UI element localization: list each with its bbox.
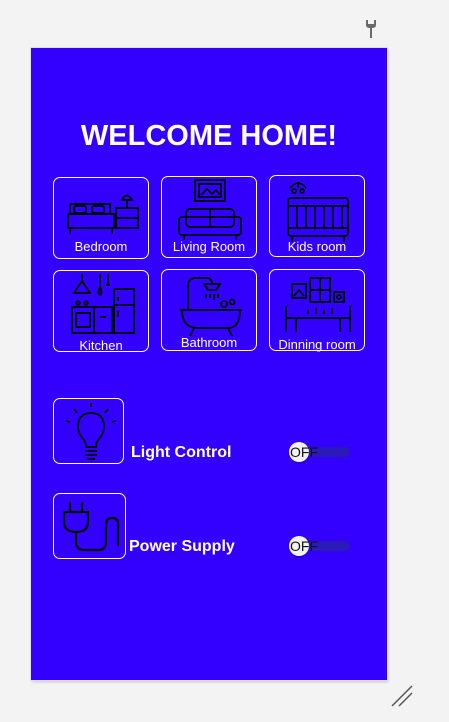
power-supply-toggle[interactable]: OFF — [289, 535, 350, 557]
room-label: Living Room — [172, 239, 246, 254]
room-label: Bathroom — [180, 335, 238, 350]
room-label: Kids room — [287, 239, 347, 254]
room-tile-bathroom[interactable]: Bathroom — [161, 269, 257, 351]
page-title: WELCOME HOME! — [80, 120, 338, 152]
phone-screen: WELCOME HOME! Bedroom Living Room Kids r… — [31, 48, 387, 680]
light-control-toggle[interactable]: OFF — [289, 441, 350, 463]
resize-grip-icon[interactable] — [390, 684, 414, 708]
room-label: Kitchen — [79, 338, 123, 353]
room-tile-kids-room[interactable]: Kids room — [269, 175, 365, 257]
light-control-label: Light Control — [131, 444, 232, 461]
room-tile-kitchen[interactable]: Kitchen — [53, 270, 149, 353]
room-tile-dinning-room[interactable]: Dinning room — [269, 269, 365, 352]
light-control-button[interactable] — [53, 398, 124, 464]
light-bulb-icon — [65, 403, 117, 460]
wrench-icon[interactable] — [363, 18, 379, 40]
power-supply-label: Power Supply — [129, 538, 235, 555]
room-tile-bedroom[interactable]: Bedroom — [53, 177, 149, 259]
power-supply-button[interactable] — [53, 493, 126, 559]
room-label: Bedroom — [74, 239, 128, 254]
toggle-state: OFF — [290, 444, 318, 460]
toggle-state: OFF — [290, 538, 318, 554]
power-plug-icon — [62, 502, 120, 552]
room-tile-living-room[interactable]: Living Room — [161, 176, 257, 258]
room-label: Dinning room — [278, 337, 356, 352]
